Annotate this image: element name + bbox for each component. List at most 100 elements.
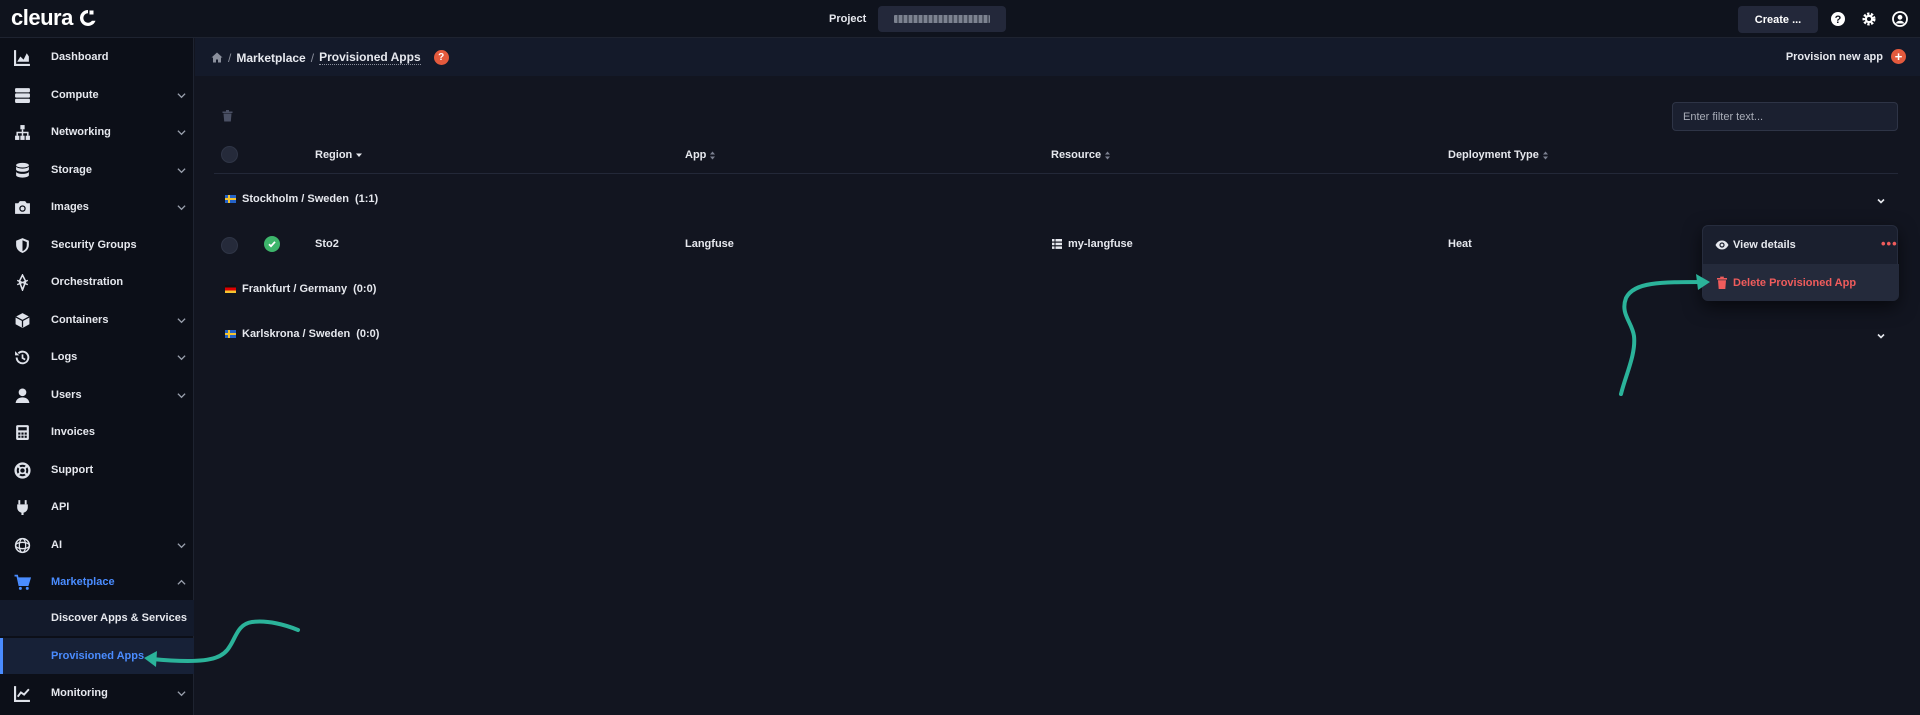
- project-name-redacted: [894, 15, 991, 23]
- breadcrumb-separator: /: [228, 50, 232, 65]
- chevron-down-icon[interactable]: [1876, 196, 1886, 206]
- chevron-down-icon: [177, 167, 186, 173]
- provision-new-app-button[interactable]: Provision new app +: [1786, 49, 1906, 64]
- sidebar-item-label: Images: [51, 201, 89, 213]
- breadcrumb-provisioned-apps: Provisioned Apps: [319, 50, 421, 65]
- chevron-down-icon: [177, 204, 186, 210]
- chevron-down-icon: [177, 129, 186, 135]
- logo[interactable]: cleura: [11, 7, 97, 29]
- column-header-label: Deployment Type: [1448, 149, 1539, 161]
- filter-input[interactable]: [1672, 102, 1898, 131]
- home-icon[interactable]: [211, 52, 223, 63]
- select-all-checkbox[interactable]: [221, 146, 238, 163]
- group-label: Karlskrona / Sweden: [242, 328, 351, 340]
- svg-text:?: ?: [1835, 14, 1842, 26]
- sidebar-item-networking[interactable]: Networking: [0, 117, 194, 147]
- sidebar-item-label: API: [51, 501, 70, 513]
- cell-deployment-type: Heat: [1448, 238, 1472, 250]
- group-row-karlskrona[interactable]: Karlskrona / Sweden (0:0): [225, 328, 379, 340]
- sidebar-item-marketplace[interactable]: Marketplace: [0, 567, 194, 597]
- sidebar-subitem-label: Discover Apps & Services: [51, 612, 187, 624]
- sidebar-item-label: Marketplace: [51, 576, 115, 588]
- sidebar-item-label: Dashboard: [51, 51, 109, 63]
- sidebar-item-logs[interactable]: Logs: [0, 342, 194, 372]
- sidebar-subitem-label: Provisioned Apps: [51, 650, 145, 662]
- sidebar-item-label: AI: [51, 539, 62, 551]
- chevron-down-icon: [177, 92, 186, 98]
- active-indicator: [0, 638, 3, 674]
- sidebar-item-compute[interactable]: Compute: [0, 80, 194, 110]
- sweden-flag-icon: [225, 330, 236, 338]
- network-icon: [15, 124, 30, 140]
- chevron-down-icon: [177, 690, 186, 696]
- view-details-menu-item[interactable]: View details •••: [1703, 226, 1899, 263]
- group-row-stockholm[interactable]: Stockholm / Sweden (1:1): [225, 193, 378, 205]
- column-header-deployment-type[interactable]: Deployment Type: [1448, 149, 1549, 161]
- column-header-label: App: [685, 149, 707, 161]
- sidebar-item-monitoring[interactable]: Monitoring: [0, 678, 194, 708]
- sidebar-item-orchestration[interactable]: Orchestration: [0, 267, 194, 297]
- sidebar-item-images[interactable]: Images: [0, 192, 194, 222]
- delete-provisioned-app-label: Delete Provisioned App: [1733, 276, 1857, 289]
- chevron-down-icon[interactable]: [1876, 331, 1886, 341]
- cell-app: Langfuse: [685, 238, 734, 250]
- sidebar-item-users[interactable]: Users: [0, 380, 194, 410]
- chevron-down-icon: [177, 392, 186, 398]
- sort-icon: [1542, 151, 1548, 159]
- plus-circle-icon: +: [1891, 49, 1906, 64]
- cell-region: Sto2: [315, 238, 339, 250]
- sidebar-item-label: Invoices: [51, 426, 96, 438]
- chevron-down-icon: [177, 542, 186, 548]
- breadcrumb-marketplace[interactable]: Marketplace: [236, 51, 305, 65]
- sidebar-item-label: Storage: [51, 164, 92, 176]
- server-icon: [15, 87, 30, 103]
- sidebar-item-security-groups[interactable]: Security Groups: [0, 230, 194, 260]
- sidebar-item-support[interactable]: Support: [0, 455, 194, 485]
- create-button[interactable]: Create ...: [1738, 6, 1818, 33]
- view-details-label: View details: [1733, 238, 1796, 251]
- chevron-down-icon: [177, 317, 186, 323]
- row-checkbox[interactable]: [221, 237, 238, 254]
- column-header-label: Region: [315, 149, 353, 161]
- calculator-icon: [16, 424, 29, 440]
- chart-line-icon: [14, 685, 30, 702]
- column-header-resource[interactable]: Resource: [1051, 149, 1111, 161]
- column-header-region[interactable]: Region: [315, 149, 363, 161]
- group-label: Frankfurt / Germany: [242, 283, 348, 295]
- sidebar-subitem-discover-apps[interactable]: Discover Apps & Services: [0, 600, 194, 636]
- column-header-app[interactable]: App: [685, 149, 716, 161]
- cell-resource[interactable]: my-langfuse: [1052, 238, 1133, 250]
- project-label: Project: [829, 13, 867, 25]
- help-icon[interactable]: ?: [1830, 11, 1846, 27]
- plug-icon: [17, 499, 28, 515]
- sidebar-item-label: Networking: [51, 126, 111, 138]
- breadcrumb-separator: /: [310, 50, 315, 65]
- logo-mark-icon: [79, 9, 96, 26]
- top-bar: cleura Project Create ... ?: [0, 0, 1920, 38]
- sidebar-item-dashboard[interactable]: Dashboard: [0, 42, 194, 72]
- sidebar-subitem-provisioned-apps[interactable]: Provisioned Apps: [0, 638, 194, 674]
- sidebar-item-label: Monitoring: [51, 687, 108, 699]
- sidebar-item-invoices[interactable]: Invoices: [0, 417, 194, 447]
- history-icon: [15, 350, 30, 364]
- cell-resource-label: my-langfuse: [1068, 238, 1133, 250]
- sidebar-item-api[interactable]: API: [0, 492, 194, 522]
- help-question-icon[interactable]: ?: [433, 50, 449, 65]
- project-select[interactable]: [878, 6, 1007, 32]
- delete-provisioned-app-menu-item[interactable]: Delete Provisioned App: [1703, 264, 1899, 301]
- eye-icon: [1715, 240, 1729, 249]
- group-count: (1:1): [354, 193, 379, 205]
- chart-area-icon: [14, 49, 30, 66]
- gear-icon[interactable]: [1861, 11, 1877, 27]
- trash-icon[interactable]: [222, 110, 233, 122]
- sidebar-item-containers[interactable]: Containers: [0, 305, 194, 335]
- cart-icon: [14, 574, 31, 590]
- account-icon[interactable]: [1892, 11, 1908, 27]
- chevron-up-icon: [177, 579, 186, 585]
- group-row-frankfurt[interactable]: Frankfurt / Germany (0:0): [225, 283, 376, 295]
- sidebar-item-ai[interactable]: AI: [0, 530, 194, 560]
- sidebar-item-storage[interactable]: Storage: [0, 155, 194, 185]
- row-actions-menu: View details ••• Delete Provisioned App: [1702, 225, 1899, 301]
- shield-icon: [16, 237, 29, 253]
- more-options-icon[interactable]: •••: [1881, 237, 1898, 250]
